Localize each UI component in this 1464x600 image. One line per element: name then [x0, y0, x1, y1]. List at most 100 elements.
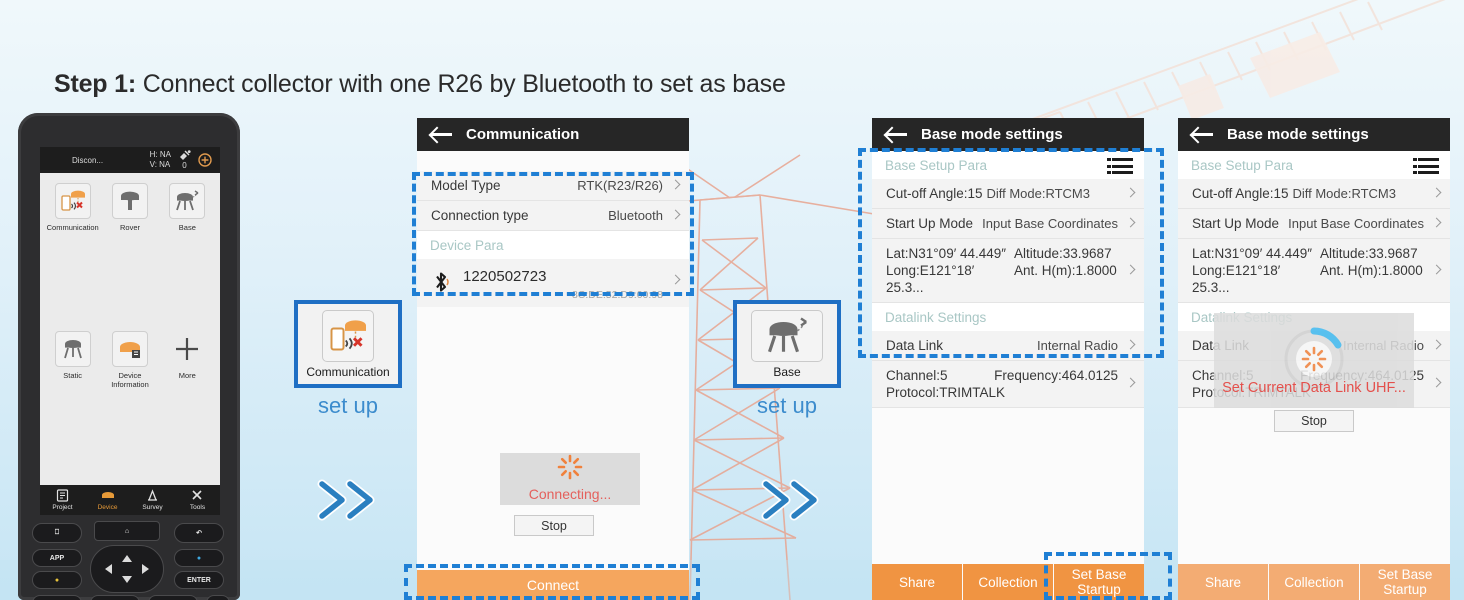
- page-title: Step 1: Connect collector with one R26 b…: [54, 70, 786, 99]
- key-3[interactable]: 3 DEF: [148, 595, 198, 600]
- key-window[interactable]: ⎕: [32, 523, 82, 543]
- static-receiver-icon: [63, 340, 82, 359]
- device-menu-item-rover[interactable]: Rover: [103, 183, 156, 327]
- share-button[interactable]: Share: [872, 564, 963, 600]
- antenna-height-label: Ant. H(m):1.8000: [1014, 263, 1117, 278]
- stop-button[interactable]: Stop: [1274, 410, 1354, 432]
- base-receiver-icon: [768, 317, 807, 353]
- long-label: Long:E121°18′ 25.3...: [886, 263, 975, 295]
- section-base-setup-para: Base Setup Para: [872, 151, 1144, 179]
- row-radio-settings[interactable]: Channel:5 Frequency:464.0125 Protocol:TRI…: [872, 361, 1144, 408]
- key-2[interactable]: 2 ABC: [90, 595, 140, 600]
- chevron-right-icon: [1125, 187, 1136, 197]
- communication-tile-large: [322, 310, 374, 362]
- row-model-type[interactable]: Model Type RTK(R23/R26): [417, 171, 689, 201]
- survey-icon: [148, 489, 157, 501]
- connect-button[interactable]: Connect: [417, 570, 689, 600]
- device-tab-tools[interactable]: Tools: [175, 485, 220, 515]
- device-tab-label: Tools: [189, 504, 206, 511]
- plus-circle-icon[interactable]: [198, 153, 212, 167]
- device-menu-item-base[interactable]: Base: [161, 183, 214, 327]
- device-keypad[interactable]: ⎕ ⌂ ↶ APP ● ● ENTER 1 2 ABC 3 DEF ⎯: [28, 521, 230, 600]
- back-arrow-icon[interactable]: [431, 127, 452, 142]
- list-menu-icon[interactable]: [1413, 158, 1439, 178]
- communication-icon: [330, 320, 366, 351]
- row-cutoff-angle[interactable]: Cut-off Angle:15 Diff Mode:RTCM3: [872, 179, 1144, 209]
- row-value: RTK(R23/R26): [577, 178, 663, 193]
- base-receiver-icon: [176, 190, 199, 211]
- row-startup-mode[interactable]: Start Up Mode Input Base Coordinates: [1178, 209, 1450, 239]
- device-tab-project[interactable]: Project: [40, 485, 85, 515]
- flow-arrow-1: [316, 478, 382, 522]
- device-tab-device[interactable]: Device: [85, 485, 130, 515]
- panel-communication: Communication Model Type RTK(R23/R26) Co…: [417, 118, 689, 600]
- row-cutoff-angle[interactable]: Cut-off Angle:15 Diff Mode:RTCM3: [1178, 179, 1450, 209]
- base-title-bar: Base mode settings: [872, 118, 1144, 151]
- device-menu-item-communication[interactable]: Communication: [46, 183, 99, 327]
- row-data-link[interactable]: Data Link Internal Radio: [872, 331, 1144, 361]
- device-menu-item-more[interactable]: More: [161, 331, 214, 475]
- set-base-startup-button[interactable]: Set Base Startup: [1054, 564, 1144, 600]
- page-title-text: Connect collector with one R26 by Blueto…: [135, 70, 786, 98]
- key-back[interactable]: ↶: [174, 523, 224, 543]
- altitude-label: Altitude:33.9687: [1014, 246, 1112, 261]
- connecting-text: Connecting...: [528, 486, 612, 502]
- chevron-right-icon: [1431, 264, 1442, 274]
- section-device-para: Device Para: [417, 231, 689, 259]
- chevron-right-icon: [1431, 217, 1442, 227]
- callout-base-box[interactable]: Base: [733, 300, 841, 388]
- set-base-startup-button[interactable]: Set Base Startup: [1360, 564, 1450, 600]
- row-label: Cut-off Angle:15: [1192, 186, 1289, 201]
- dpad-icon: [105, 555, 149, 583]
- share-button[interactable]: Share: [1178, 564, 1269, 600]
- device-tab-label: Survey: [142, 504, 163, 511]
- protocol-label: Protocol:TRIMTALK: [886, 385, 1006, 400]
- device-icon: [101, 491, 114, 498]
- communication-icon: [61, 190, 85, 211]
- key-home[interactable]: ⌂: [94, 521, 160, 541]
- altitude-label: Altitude:33.9687: [1320, 246, 1418, 261]
- callout-communication-box[interactable]: Communication: [294, 300, 402, 388]
- bluetooth-device-row[interactable]: 1220502723 8C:DE:52:D9:00:98: [417, 259, 689, 307]
- static-tile: [54, 331, 91, 367]
- key-app[interactable]: APP: [32, 549, 82, 567]
- handheld-data-collector: Discon... H: NA V: NA 0 Communication Ro…: [18, 113, 240, 600]
- device-tab-label: Project: [52, 504, 73, 511]
- row-base-coordinates[interactable]: Lat:N31°09′ 44.449″ Altitude:33.9687 Long…: [872, 239, 1144, 303]
- device-menu-item-device-information[interactable]: Device Information: [103, 331, 156, 475]
- key-power[interactable]: ●: [174, 549, 224, 567]
- back-arrow-icon[interactable]: [1192, 127, 1213, 142]
- panel-title: Base mode settings: [1227, 126, 1369, 143]
- row-connection-type[interactable]: Connection type Bluetooth: [417, 201, 689, 231]
- row-value: Bluetooth: [608, 208, 663, 223]
- callout-communication-setup: Communication set up: [294, 300, 402, 419]
- chevron-right-icon: [1431, 377, 1442, 388]
- collection-button[interactable]: Collection: [963, 564, 1054, 600]
- bluetooth-device-mac: 8C:DE:52:D9:00:98: [571, 289, 663, 301]
- key-enter[interactable]: ENTER: [174, 571, 224, 589]
- list-menu-icon[interactable]: [1107, 158, 1133, 178]
- bluetooth-icon: [436, 272, 449, 292]
- key-dpad[interactable]: [90, 545, 164, 593]
- base-tile: [169, 183, 206, 219]
- channel-label: Channel:5: [886, 368, 948, 383]
- key-light[interactable]: ●: [32, 571, 82, 589]
- row-label: Start Up Mode: [1192, 216, 1280, 231]
- section-label: Base Setup Para: [1191, 158, 1294, 173]
- row-startup-mode[interactable]: Start Up Mode Input Base Coordinates: [872, 209, 1144, 239]
- communication-tile: [54, 183, 91, 219]
- satellite-icon: [180, 150, 191, 160]
- stop-button[interactable]: Stop: [514, 515, 594, 536]
- device-menu-item-static[interactable]: Static: [46, 331, 99, 475]
- device-tab-survey[interactable]: Survey: [130, 485, 175, 515]
- row-base-coordinates[interactable]: Lat:N31°09′ 44.449″ Altitude:33.9687 Long…: [1178, 239, 1450, 303]
- section-label: Base Setup Para: [885, 158, 988, 173]
- key-extra[interactable]: ⎯: [206, 595, 230, 600]
- device-tab-bar: Project Device Survey Tools: [40, 485, 220, 515]
- chevron-right-icon: [1431, 187, 1442, 197]
- chevron-right-icon: [1431, 339, 1442, 349]
- collection-button[interactable]: Collection: [1269, 564, 1360, 600]
- row-value: Input Base Coordinates: [1288, 216, 1424, 231]
- back-arrow-icon[interactable]: [886, 127, 907, 142]
- key-1[interactable]: 1: [32, 595, 82, 600]
